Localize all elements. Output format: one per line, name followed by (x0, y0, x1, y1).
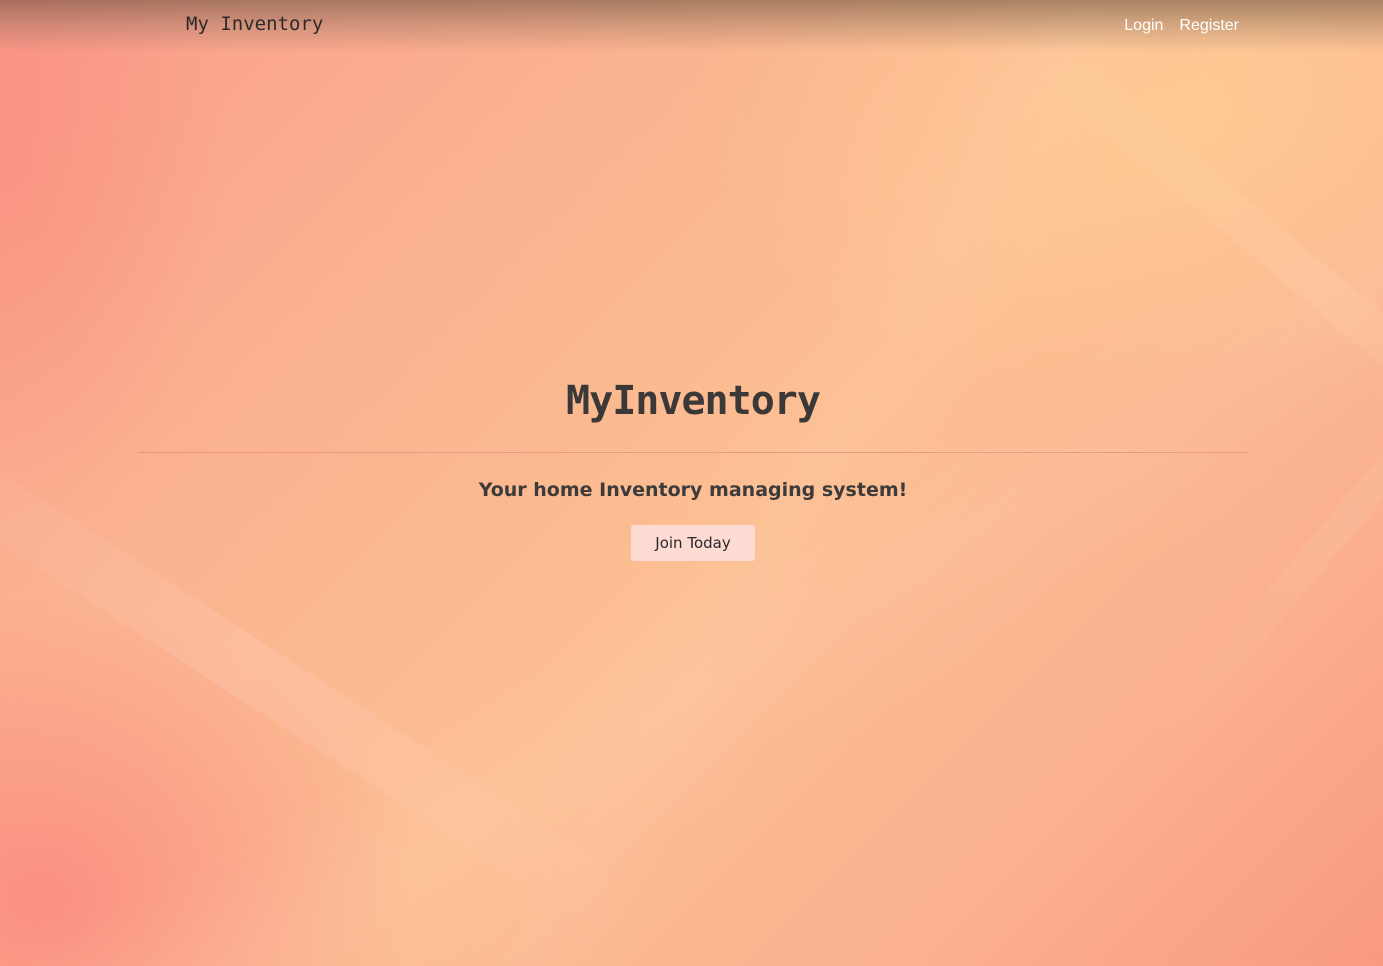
hero-section: MyInventory Your home Inventory managing… (138, 370, 1248, 561)
navbar: My Inventory Login Register (0, 0, 1383, 52)
join-today-button[interactable]: Join Today (631, 525, 755, 561)
brand-link[interactable]: My Inventory (186, 13, 323, 35)
nav-links: Login Register (1124, 17, 1239, 35)
nav-login-link[interactable]: Login (1124, 17, 1163, 35)
page-title: MyInventory (566, 378, 821, 424)
hero-divider (138, 452, 1248, 453)
hero-subtitle: Your home Inventory managing system! (478, 479, 908, 501)
nav-register-link[interactable]: Register (1179, 17, 1239, 35)
